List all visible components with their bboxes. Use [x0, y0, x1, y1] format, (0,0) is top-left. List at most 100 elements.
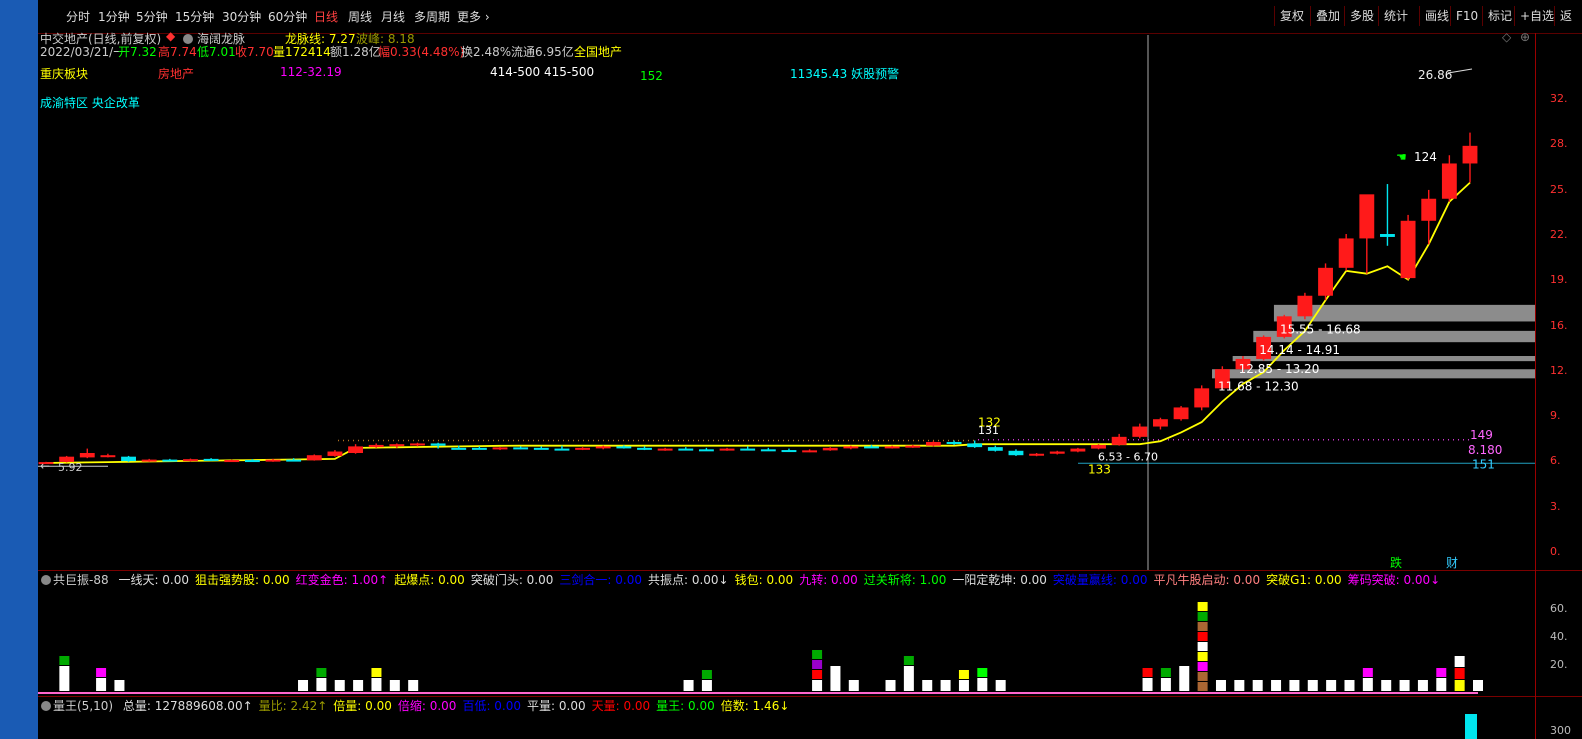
candle-body — [719, 448, 735, 451]
signal-bar — [848, 680, 859, 691]
multi-stock-button[interactable]: 多股 — [1344, 6, 1379, 26]
tab-monthly[interactable]: 月线 — [381, 8, 405, 26]
signal-bar — [1436, 668, 1447, 677]
signal-bar — [812, 660, 823, 669]
candle-body — [471, 447, 487, 450]
tab-more[interactable]: 更多 › — [457, 8, 490, 26]
candle-body — [183, 459, 198, 462]
candle-body — [1297, 295, 1313, 317]
signal-bar — [1473, 680, 1483, 691]
candle-body — [1421, 198, 1437, 221]
hand-icon: ☚ — [1396, 150, 1407, 164]
label-124: 124 — [1414, 150, 1437, 164]
pane-divider — [38, 570, 1582, 571]
price-axis-label: 3. — [1550, 499, 1561, 513]
left-sidebar — [0, 0, 38, 739]
tab-daily[interactable]: 日线 — [314, 8, 338, 26]
candle-body — [1153, 419, 1168, 427]
candle-body — [327, 451, 343, 456]
label-131: 131 — [978, 424, 999, 437]
signal-bar — [995, 680, 1006, 691]
signal-bar — [1215, 680, 1226, 691]
candle-body — [1111, 436, 1127, 445]
signal-bar — [1197, 652, 1208, 661]
signal-bar — [389, 680, 400, 691]
tab-5min[interactable]: 5分钟 — [136, 8, 168, 26]
indicator1-axis-label: 40. — [1550, 630, 1568, 643]
signal-bar — [1436, 678, 1447, 691]
signal-bar — [701, 670, 712, 679]
price-axis-label: 12. — [1550, 363, 1568, 377]
candle-body — [946, 441, 962, 444]
candle-body — [410, 443, 425, 446]
tab-fenshi[interactable]: 分时 — [66, 8, 90, 26]
candle-body — [244, 460, 260, 463]
candle-body — [740, 448, 756, 451]
tab-15min[interactable]: 15分钟 — [175, 8, 214, 26]
tab-60min[interactable]: 60分钟 — [268, 8, 307, 26]
candle-body — [1029, 453, 1045, 456]
signal-bar — [1252, 680, 1263, 691]
tab-1min[interactable]: 1分钟 — [98, 8, 130, 26]
mark-button[interactable]: 标记 — [1482, 6, 1517, 26]
candle-body — [389, 444, 405, 447]
candle-body — [1070, 448, 1086, 452]
price-axis-label: 22. — [1550, 227, 1568, 241]
candle-body — [224, 460, 240, 463]
candle-body — [884, 446, 900, 449]
adjust-button[interactable]: 复权 — [1274, 6, 1309, 26]
candle-body — [987, 447, 1003, 451]
zone-label: 14.14 - 14.91 — [1259, 343, 1340, 357]
signal-bar — [316, 668, 327, 677]
signal-bar — [1197, 672, 1208, 681]
price-axis-label: 6. — [1550, 454, 1561, 468]
candle-body — [121, 456, 136, 462]
overlay-button[interactable]: 叠加 — [1310, 6, 1345, 26]
indicator1-axis-label: 20. — [1550, 658, 1568, 671]
signal-bar — [408, 680, 419, 691]
candle-body — [1132, 426, 1148, 437]
candle-body — [967, 443, 983, 448]
signal-bar — [1271, 680, 1282, 691]
dragon-line — [45, 181, 1471, 464]
signal-bar — [1417, 680, 1428, 691]
signal-bar — [1197, 662, 1208, 671]
signal-bar — [830, 666, 841, 691]
tab-multi-period[interactable]: 多周期 — [414, 8, 450, 26]
back-button[interactable]: 返 — [1554, 6, 1577, 26]
price-axis-label: 32. — [1550, 92, 1568, 105]
candle-body — [513, 447, 529, 450]
candlestick-chart[interactable]: 26.86 ☚ 124 15.55 - 16.68 14.14 - 14.91 12.85… — [38, 35, 1535, 570]
price-axis-label: 19. — [1550, 273, 1568, 287]
draw-line-button[interactable]: 画线 — [1419, 6, 1454, 26]
range-label: 6.53 - 6.70 — [1098, 450, 1158, 463]
candle-body — [368, 444, 384, 448]
candle-body — [1441, 163, 1457, 199]
indicator1-chart — [38, 602, 1483, 694]
indicator2-chart — [1465, 714, 1477, 739]
label-8180: 8.180 — [1468, 443, 1502, 457]
candle-body — [905, 445, 921, 448]
price-axis-label: 25. — [1550, 182, 1568, 196]
signal-bar — [1179, 666, 1190, 691]
signal-bar — [371, 668, 382, 677]
tab-30min[interactable]: 30分钟 — [222, 8, 261, 26]
signal-bar — [1160, 678, 1171, 691]
signal-bar — [1142, 668, 1153, 677]
f10-button[interactable]: F10 — [1450, 6, 1483, 26]
tab-weekly[interactable]: 周线 — [348, 8, 372, 26]
candle-body — [1400, 220, 1416, 279]
candle-body — [1173, 407, 1189, 420]
signal-bar — [903, 666, 914, 691]
candle-body — [781, 450, 797, 453]
indicator2-axis-label: 300 — [1550, 724, 1571, 737]
candle-body — [306, 455, 322, 461]
stats-button[interactable]: 统计 — [1378, 6, 1413, 26]
candle-body — [698, 449, 714, 452]
signal-bar — [1454, 668, 1465, 679]
signal-bar — [1197, 612, 1208, 621]
event-cai-icon: 财 — [1446, 556, 1458, 570]
low-label: 5.92 — [58, 461, 83, 474]
add-watchlist-button[interactable]: +自选 — [1514, 6, 1559, 26]
volume-bar — [1465, 714, 1477, 739]
